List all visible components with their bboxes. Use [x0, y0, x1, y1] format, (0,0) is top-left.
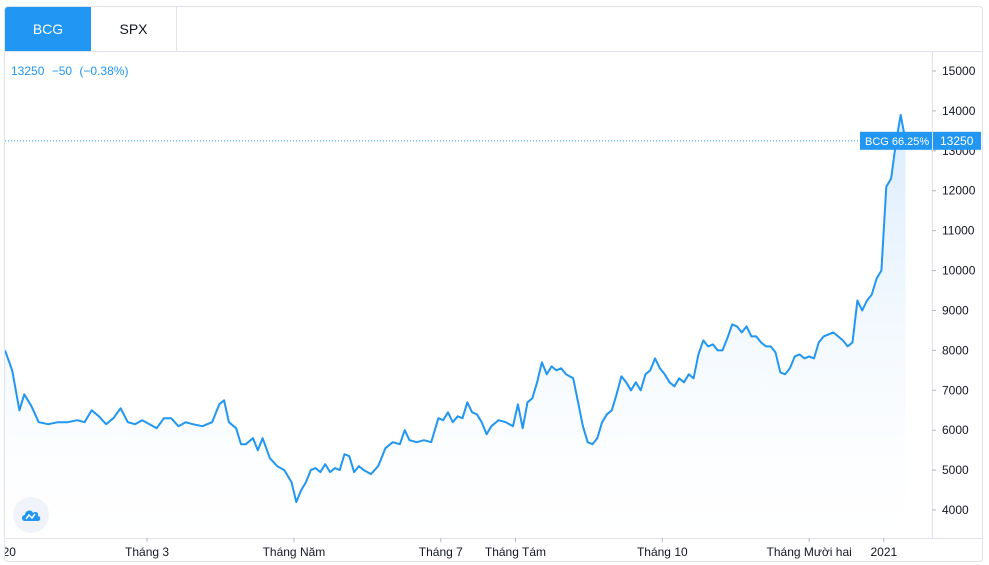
tab-spx[interactable]: SPX [91, 7, 177, 51]
x-tick-label: 2021 [870, 545, 897, 559]
y-tick-label: 6000 [942, 423, 969, 437]
legend-change-pct: (−0.38%) [79, 64, 129, 78]
x-tick-label: Tháng Mười hai [767, 545, 852, 559]
x-tick-label: 2020 [5, 545, 16, 559]
y-tick-label: 10000 [942, 264, 976, 278]
x-tick-label: Tháng 7 [419, 545, 463, 559]
y-tick-label: 7000 [942, 383, 969, 397]
y-tick-label: 4000 [942, 503, 969, 517]
y-tick-label: 8000 [942, 343, 969, 357]
y-tick-label: 12000 [942, 184, 976, 198]
x-tick-label: Tháng 3 [125, 545, 169, 559]
price-tag-label: BCG 66.25% [865, 136, 929, 148]
y-tick-label: 5000 [942, 463, 969, 477]
y-tick-label: 9000 [942, 303, 969, 317]
x-tick-label: Tháng 10 [637, 545, 688, 559]
last-price-tag: BCG 66.25% 13250 [860, 131, 981, 150]
legend-last-price: 13250 [11, 64, 45, 78]
y-tick-label: 14000 [942, 104, 976, 118]
x-tick-label: Tháng Năm [263, 545, 326, 559]
price-chart[interactable]: 4000 5000 6000 7000 8000 9000 10000 11000 12000 1… [5, 51, 982, 561]
x-tick-label: Tháng Tám [485, 545, 546, 559]
price-tag-value: 13250 [940, 134, 974, 148]
tab-bcg[interactable]: BCG [5, 7, 91, 51]
legend-change: −50 [51, 64, 73, 78]
cloud-icon [22, 510, 41, 521]
y-tick-label: 11000 [942, 224, 975, 238]
chart-widget: BCG SPX 4000 5000 6000 7000 8000 9000 10000 110… [4, 6, 983, 562]
y-tick-label: 15000 [942, 64, 976, 78]
series-area-fill [5, 114, 906, 539]
symbol-tabs: BCG SPX [5, 7, 982, 52]
tradingview-logo-icon[interactable] [13, 497, 49, 533]
price-legend: 13250 −50 (−0.38%) [11, 64, 132, 78]
